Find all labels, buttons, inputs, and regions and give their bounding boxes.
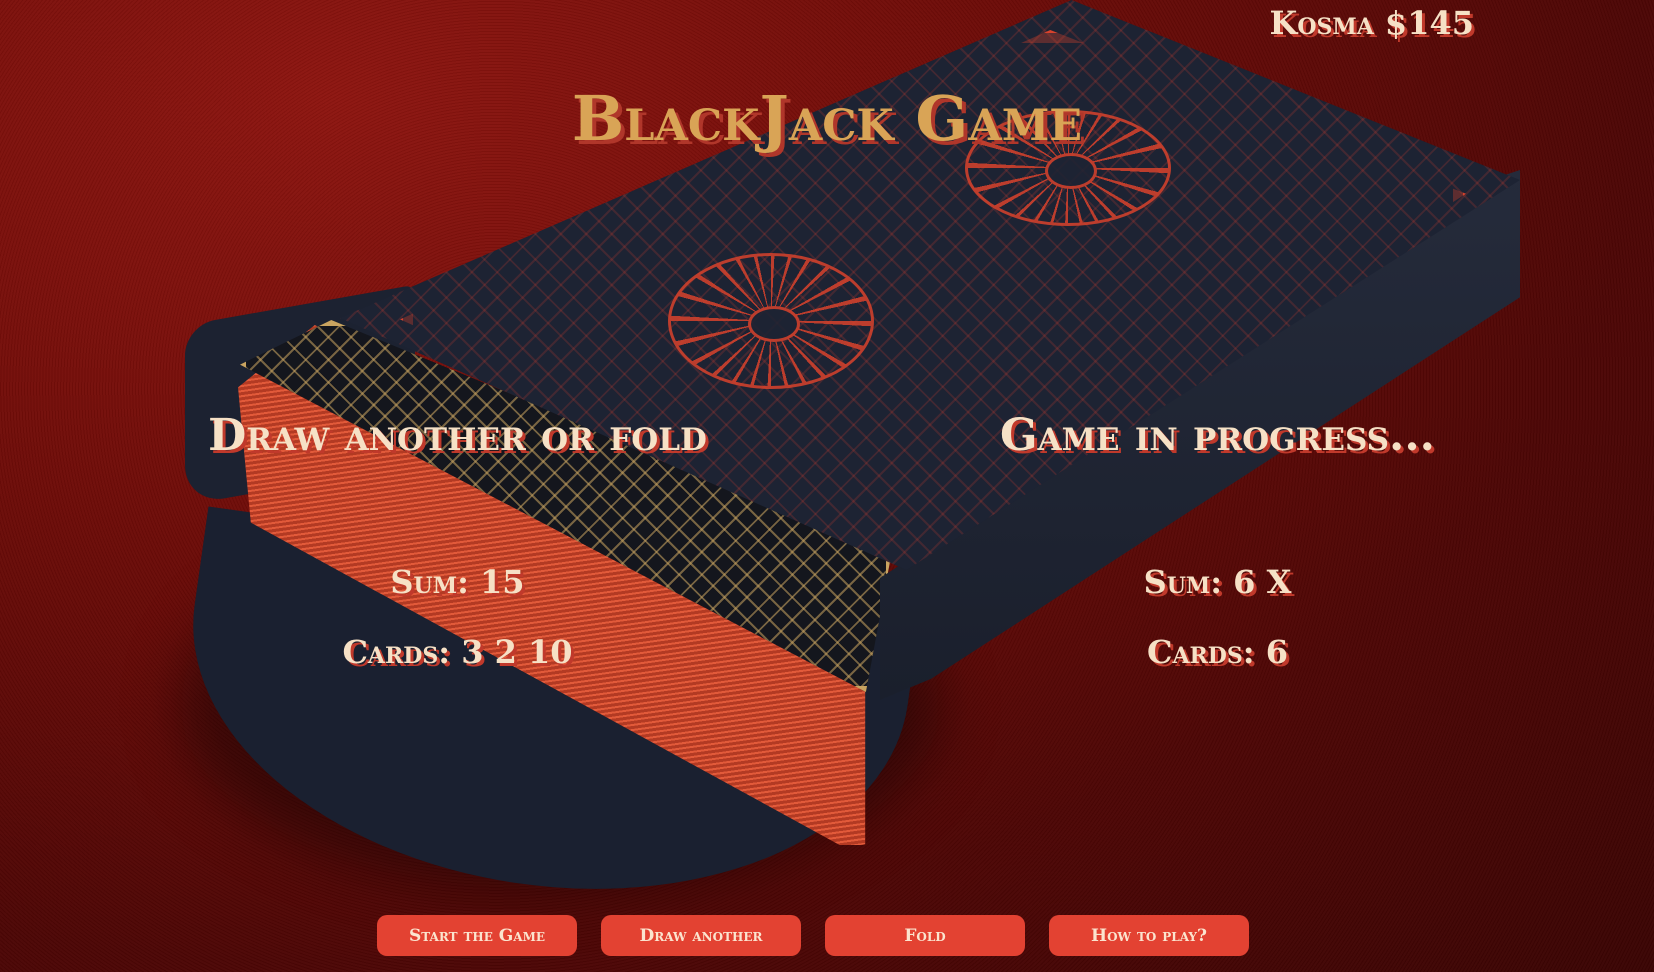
dealer-sum: Sum: 6 X [1143,563,1292,601]
draw-another-button[interactable]: Draw another [601,915,801,956]
player-status-message: Draw another or fold [208,410,707,461]
player-wallet: Kosma $145 [1269,4,1475,42]
fold-button[interactable]: Fold [825,915,1025,956]
player-cards: Cards: 3 2 10 [342,633,573,671]
game-ui: Kosma $145 BlackJack Game Draw another o… [0,0,1654,972]
start-game-button[interactable]: Start the Game [377,915,577,956]
dealer-cards: Cards: 6 [1146,633,1288,671]
player-sum: Sum: 15 [390,563,525,601]
dealer-status-message: Game in progress... [999,410,1436,461]
how-to-play-button[interactable]: How to play? [1049,915,1249,956]
action-buttons: Start the Game Draw another Fold How to … [377,915,1249,956]
page-title: BlackJack Game [571,82,1083,155]
